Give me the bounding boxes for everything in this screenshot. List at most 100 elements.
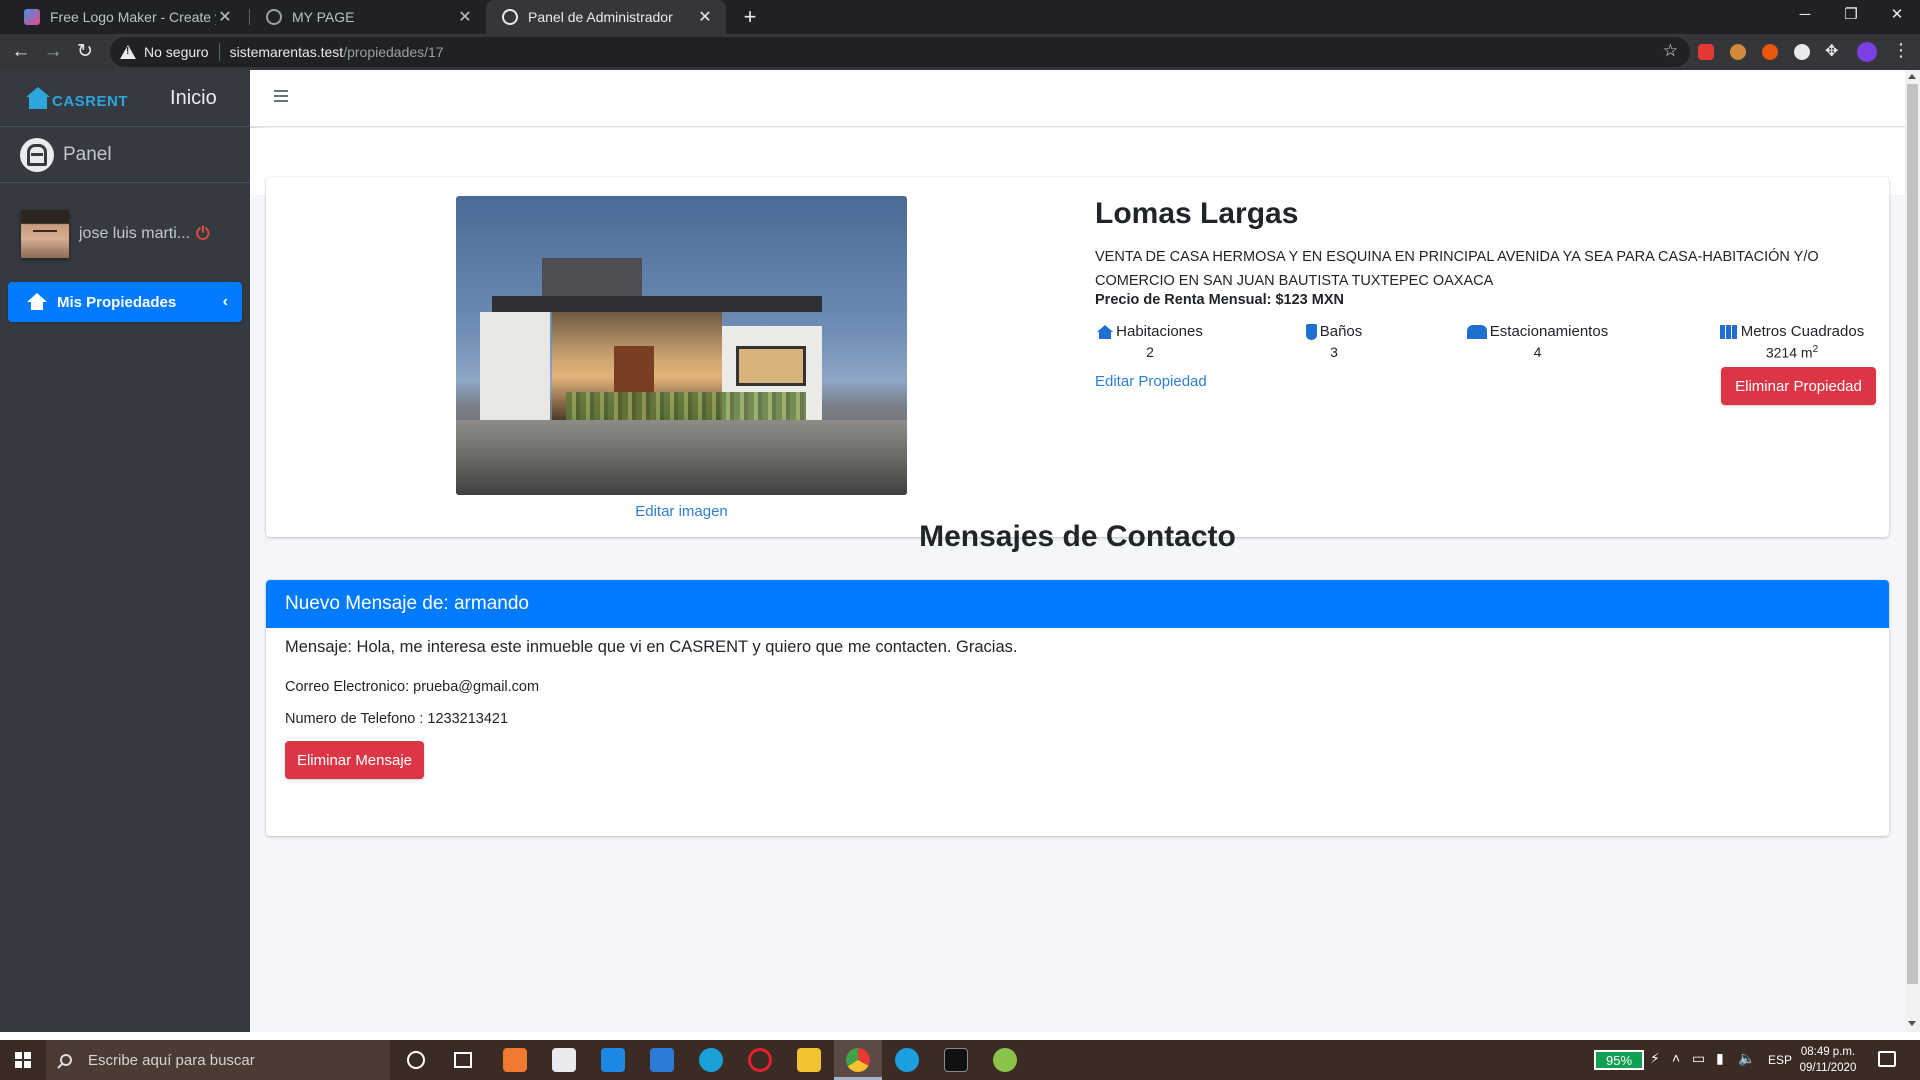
store-icon[interactable]: [552, 1048, 576, 1072]
forward-arrow-icon[interactable]: →: [40, 39, 66, 65]
edge-icon[interactable]: [699, 1048, 723, 1072]
extension-cookie-icon[interactable]: [1730, 44, 1746, 60]
globe-icon: [502, 9, 518, 25]
battery-indicator[interactable]: 95%: [1594, 1050, 1644, 1070]
close-tab-icon[interactable]: ✕: [696, 7, 714, 27]
scroll-thumb[interactable]: [1907, 84, 1918, 984]
notification-center-icon[interactable]: [1878, 1051, 1896, 1067]
profile-avatar-icon[interactable]: [1857, 42, 1877, 62]
scroll-down-arrow-icon[interactable]: [1908, 1021, 1916, 1026]
chevron-left-icon: ‹: [222, 293, 228, 310]
edit-property-link[interactable]: Editar Propiedad: [1095, 373, 1207, 390]
browser-tab-logo-maker[interactable]: Free Logo Maker - Create your o ✕: [8, 0, 246, 34]
logout-power-icon[interactable]: ⏻: [196, 224, 209, 244]
browser-menu-icon[interactable]: ⋮: [1892, 40, 1910, 61]
hotspot-icon[interactable]: [993, 1048, 1017, 1072]
app-bird-icon[interactable]: [895, 1048, 919, 1072]
home-icon: [27, 293, 47, 311]
bookmark-star-icon[interactable]: ☆: [1663, 41, 1678, 61]
chevron-up-icon[interactable]: ˄: [1672, 1050, 1680, 1066]
file-explorer-icon[interactable]: [797, 1048, 821, 1072]
taskbar-search-box[interactable]: Escribe aquí para buscar: [46, 1040, 390, 1080]
new-tab-button[interactable]: +: [737, 4, 763, 30]
feature-value: 2: [1146, 344, 1154, 360]
mail-icon[interactable]: [650, 1048, 674, 1072]
content-wrapper: Editar imagen Lomas Largas VENTA DE CASA…: [250, 128, 1905, 1032]
browser-tab-strip: Free Logo Maker - Create your o ✕ MY PAG…: [0, 0, 1920, 34]
main-header: [250, 70, 1905, 127]
messages-section-title: Mensajes de Contacto: [919, 520, 1236, 553]
panel-label: Panel: [63, 143, 112, 165]
network-icon[interactable]: ▭: [1692, 1050, 1705, 1067]
vscode-icon[interactable]: [601, 1048, 625, 1072]
sidebar-item-mis-propiedades[interactable]: Mis Propiedades ‹: [8, 282, 242, 322]
url-path: /propiedades/17: [343, 44, 444, 60]
feature-value: 4: [1533, 344, 1542, 360]
message-email: Correo Electronico: prueba@gmail.com: [285, 679, 540, 695]
address-bar[interactable]: No seguro sistemarentas.test /propiedade…: [110, 37, 1690, 67]
xampp-icon[interactable]: [503, 1048, 527, 1072]
scroll-up-arrow-icon[interactable]: [1908, 74, 1916, 79]
start-button[interactable]: [0, 1040, 46, 1080]
feature-value: 3214 m: [1765, 344, 1813, 361]
delete-message-button[interactable]: Eliminar Mensaje: [285, 741, 424, 779]
close-tab-icon[interactable]: ✕: [216, 7, 234, 27]
power-plug-icon[interactable]: ⚡: [1650, 1050, 1660, 1067]
terminal-icon[interactable]: [944, 1048, 968, 1072]
close-window-button[interactable]: ✕: [1874, 0, 1920, 34]
security-label[interactable]: No seguro: [144, 44, 209, 60]
back-arrow-icon[interactable]: ←: [8, 39, 34, 65]
delete-property-button[interactable]: Eliminar Propiedad: [1721, 367, 1876, 405]
battery-tray-icon[interactable]: ▮: [1716, 1050, 1724, 1067]
property-image: [456, 196, 907, 495]
cortana-icon[interactable]: [407, 1051, 425, 1069]
hamburger-menu-icon[interactable]: [274, 90, 288, 102]
windows-taskbar: Escribe aquí para buscar 95% ⚡ ˄ ▭ ▮ 🔈 E…: [0, 1040, 1920, 1080]
volume-icon[interactable]: 🔈: [1738, 1050, 1755, 1067]
address-divider: [218, 43, 220, 61]
page-scrollbar[interactable]: [1905, 70, 1920, 1032]
feature-label: Estacionamientos: [1489, 323, 1609, 340]
language-indicator[interactable]: ESP: [1768, 1053, 1792, 1067]
garage-icon: [1466, 324, 1487, 339]
brand-text: CASRENT: [52, 92, 129, 110]
message-header: Nuevo Mensaje de: armando: [266, 580, 1889, 628]
extension-fire-icon[interactable]: [1762, 44, 1778, 60]
taskbar-search-placeholder: Escribe aquí para buscar: [88, 1051, 255, 1069]
toilet-icon: [1305, 323, 1317, 340]
globe-icon: [266, 9, 282, 25]
sidebar-item-label: Mis Propiedades: [57, 293, 177, 311]
minimize-window-button[interactable]: ─: [1782, 0, 1828, 34]
feature-estacionamientos: Estacionamientos 4: [1465, 323, 1610, 360]
browser-tab-my-page[interactable]: MY PAGE ✕: [250, 0, 486, 34]
browser-tab-admin-panel[interactable]: Panel de Administrador ✕: [486, 0, 726, 34]
casrent-logo[interactable]: CASRENT: [26, 87, 128, 110]
url-host: sistemarentas.test: [229, 44, 344, 60]
casrent-house-icon: [26, 87, 50, 109]
user-avatar: [21, 210, 69, 258]
property-price: Precio de Renta Mensual: $123 MXN: [1095, 292, 1344, 308]
tab-title: MY PAGE: [292, 9, 355, 25]
message-phone: Numero de Telefono : 1233213421: [285, 711, 509, 727]
extensions-puzzle-icon[interactable]: ✥: [1825, 41, 1838, 61]
panel-logo-icon: [20, 137, 54, 172]
restore-window-button[interactable]: ❐: [1828, 0, 1874, 34]
reload-icon[interactable]: ↻: [72, 39, 98, 65]
feature-unit-superscript: 2: [1812, 344, 1819, 355]
taskbar-clock[interactable]: 08:49 p.m. 09/11/2020: [1798, 1044, 1858, 1076]
close-tab-icon[interactable]: ✕: [456, 7, 474, 27]
feature-value: 3: [1330, 344, 1338, 360]
page-viewport: CASRENT Inicio Panel jose luis marti... …: [0, 70, 1920, 1032]
extension-pocket-icon[interactable]: [1698, 44, 1714, 60]
chrome-icon[interactable]: [846, 1048, 870, 1072]
extension-circle-icon[interactable]: [1794, 44, 1810, 60]
tab-title: Free Logo Maker - Create your o: [50, 9, 216, 25]
main-sidebar: CASRENT Inicio Panel jose luis marti... …: [0, 70, 250, 1032]
panel-link[interactable]: Panel: [0, 127, 250, 183]
task-view-icon[interactable]: [454, 1052, 472, 1068]
edit-image-link[interactable]: Editar imagen: [456, 503, 907, 520]
home-link[interactable]: Inicio: [170, 87, 217, 110]
user-name[interactable]: jose luis marti...: [79, 225, 190, 243]
opera-icon[interactable]: [748, 1048, 772, 1072]
warning-icon: [120, 45, 136, 59]
